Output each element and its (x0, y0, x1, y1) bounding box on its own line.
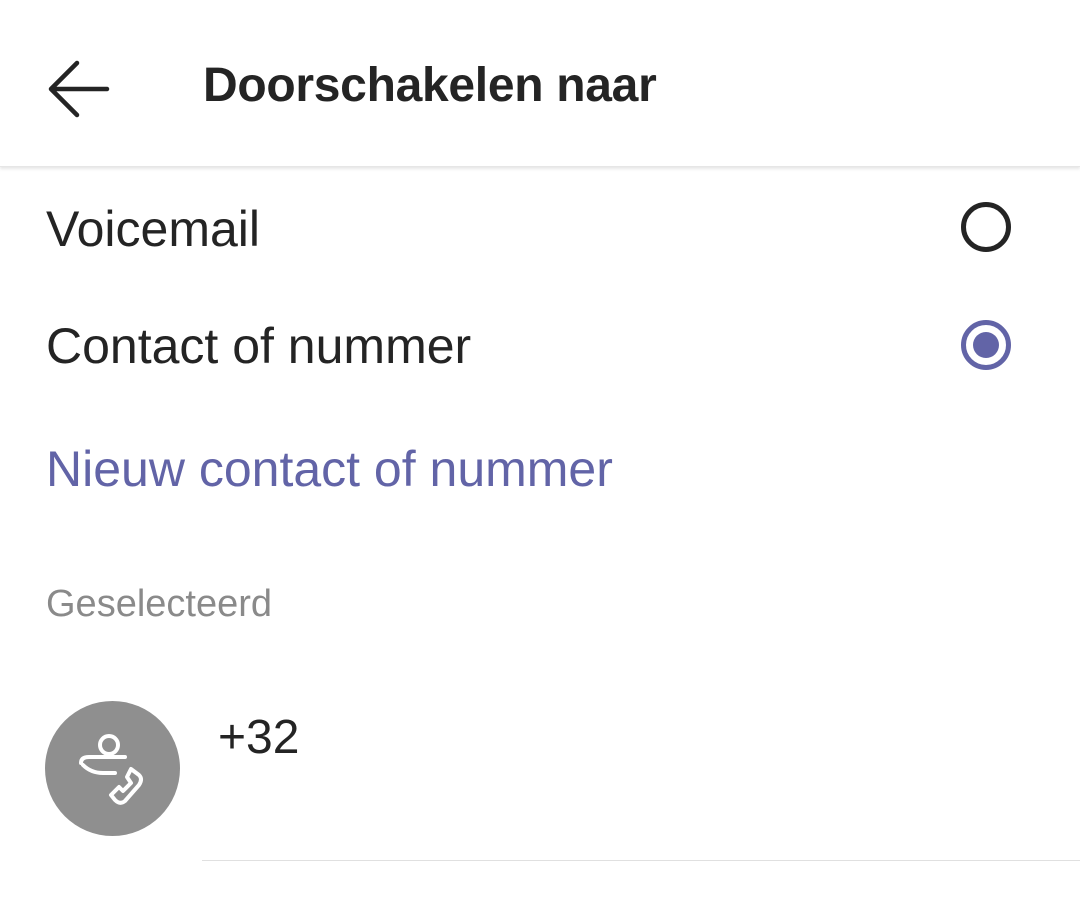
radio-contact-or-number[interactable] (961, 320, 1011, 370)
radio-voicemail[interactable] (961, 202, 1011, 252)
arrow-left-icon (48, 60, 110, 118)
option-voicemail[interactable]: Voicemail (0, 170, 1080, 286)
selected-phone-number: +32 (218, 711, 300, 764)
back-button[interactable] (38, 48, 120, 130)
new-contact-or-number-link[interactable]: Nieuw contact of nummer (46, 440, 613, 498)
selected-contact-item[interactable]: +32 (0, 690, 1080, 862)
option-contact-or-number[interactable]: Contact of nummer (0, 288, 1080, 404)
avatar (45, 701, 180, 836)
divider (202, 860, 1080, 861)
top-app-bar: Doorschakelen naar (0, 0, 1080, 167)
option-label-voicemail: Voicemail (46, 201, 260, 257)
radio-selected-dot (973, 332, 999, 358)
option-label-contact-or-number: Contact of nummer (46, 318, 472, 374)
page-title: Doorschakelen naar (203, 59, 657, 112)
person-phone-icon (78, 733, 143, 805)
section-header-selected: Geselecteerd (46, 583, 273, 625)
